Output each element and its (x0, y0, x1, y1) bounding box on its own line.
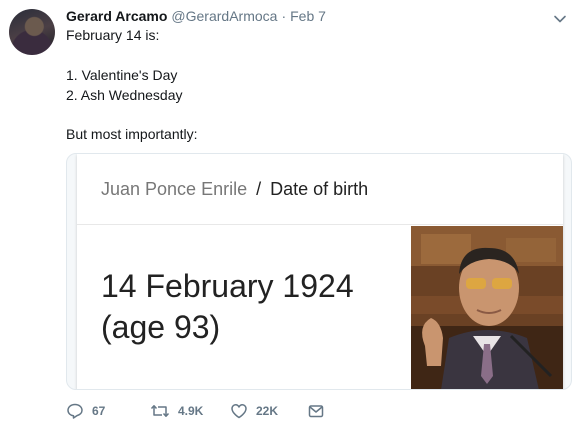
birth-date: 14 February 1924 (101, 268, 354, 304)
tweet-text-line: 1. Valentine's Day (66, 67, 178, 83)
like-count: 22K (256, 404, 279, 418)
breadcrumb-separator: / (256, 178, 262, 199)
reply-count: 67 (92, 404, 106, 418)
tweet-text-line: February 14 is: (66, 27, 160, 43)
retweet-icon (150, 405, 170, 417)
reply-button[interactable]: 67 (66, 402, 136, 420)
knowledge-panel: Juan Ponce Enrile / Date of birth 14 Feb… (77, 154, 563, 389)
avatar[interactable] (9, 9, 55, 55)
retweet-button[interactable]: 4.9K (150, 402, 230, 420)
envelope-icon (308, 405, 324, 418)
age: (age 93) (101, 309, 221, 345)
display-name[interactable]: Gerard Arcamo (66, 8, 167, 24)
retweet-count: 4.9K (178, 404, 204, 418)
header-separator: · (281, 8, 287, 24)
direct-message-button[interactable] (307, 402, 327, 420)
knowledge-panel-header: Juan Ponce Enrile / Date of birth (77, 154, 563, 225)
embedded-image-card[interactable]: Juan Ponce Enrile / Date of birth 14 Feb… (66, 153, 572, 390)
portrait-illustration (411, 226, 563, 389)
tweet-header: Gerard Arcamo @GerardArmoca · Feb 7 (66, 8, 559, 28)
user-handle[interactable]: @GerardArmoca (171, 8, 277, 24)
entity-name: Juan Ponce Enrile (101, 178, 248, 199)
tweet-timestamp[interactable]: Feb 7 (290, 8, 326, 24)
chevron-down-icon[interactable] (553, 12, 567, 26)
tweet[interactable]: Gerard Arcamo @GerardArmoca · Feb 7 Febr… (0, 0, 579, 424)
portrait-photo (411, 226, 563, 389)
tweet-text-line: 2. Ash Wednesday (66, 87, 183, 103)
tweet-text-line: But most importantly: (66, 126, 198, 142)
knowledge-panel-value: 14 February 1924 (age 93) (101, 266, 354, 348)
like-button[interactable]: 22K (230, 402, 300, 420)
reply-icon (67, 403, 83, 419)
attribute-name: Date of birth (270, 178, 369, 199)
heart-icon (231, 404, 247, 419)
